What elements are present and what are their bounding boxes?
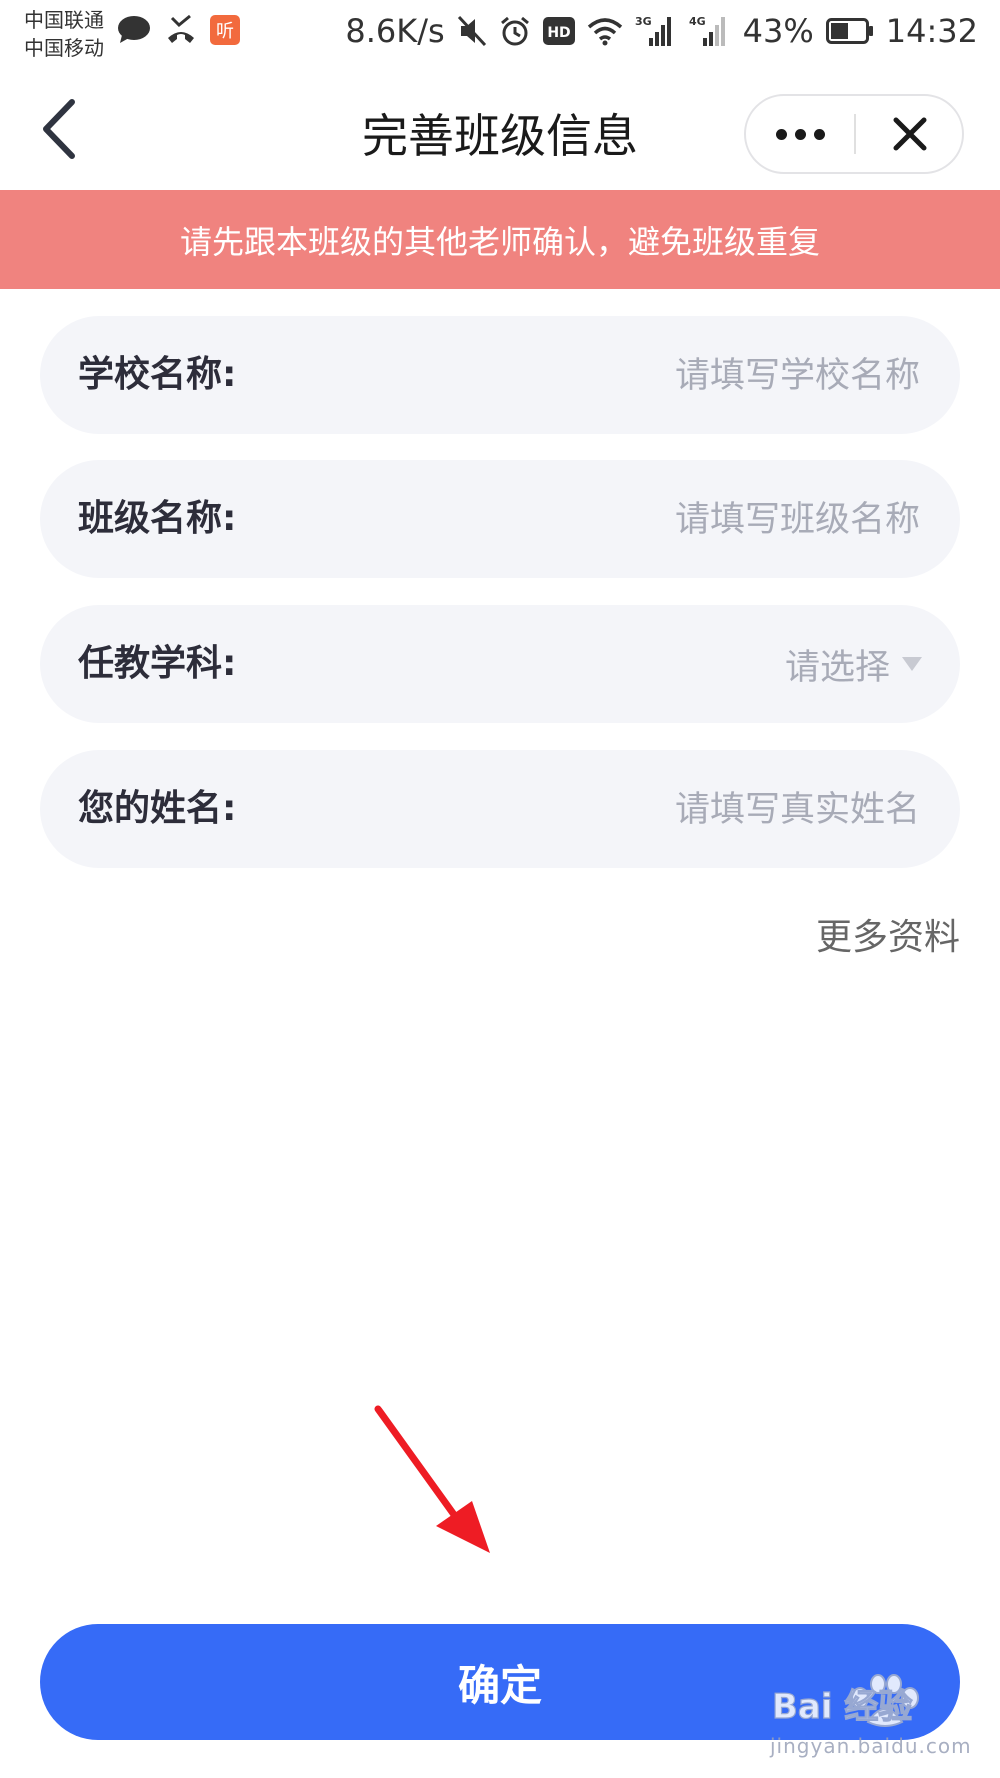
mini-program-capsule — [744, 94, 964, 174]
carrier-info: 中国联通 中国移动 — [24, 6, 104, 62]
signal-4g-icon: 4G — [689, 14, 731, 48]
class-name-row: 班级名称: — [40, 460, 960, 578]
nav-bar: 完善班级信息 — [0, 72, 1000, 190]
more-info-link[interactable]: 更多资料 — [816, 908, 960, 960]
class-name-label: 班级名称: — [78, 498, 237, 539]
subject-label: 任教学科: — [78, 643, 237, 684]
notification-icons: 听 — [116, 14, 240, 50]
wifi-icon — [587, 16, 623, 46]
your-name-label: 您的姓名: — [78, 788, 237, 829]
your-name-row: 您的姓名: — [40, 750, 960, 868]
carrier-2: 中国移动 — [24, 36, 104, 60]
net-speed: 8.6K/s — [345, 12, 445, 50]
battery-icon — [825, 18, 874, 44]
watermark-url: jingyan.baidu.com — [770, 1734, 972, 1758]
hd-badge-text: HD — [547, 25, 570, 41]
school-name-row: 学校名称: — [40, 316, 960, 434]
more-dot — [813, 128, 825, 140]
baidu-watermark: Bai 经验 jingyan.baidu.com — [768, 1670, 971, 1770]
battery-percent: 43% — [742, 12, 814, 50]
carrier-1: 中国联通 — [24, 8, 104, 32]
subject-select[interactable]: 请选择 — [785, 605, 922, 723]
caret-down-icon — [902, 657, 922, 671]
your-name-input[interactable] — [398, 780, 922, 840]
signal-4g-label: 4G — [689, 15, 706, 28]
app-badge-text: 听 — [216, 21, 234, 42]
subject-row: 任教学科: 请选择 — [40, 605, 960, 723]
school-name-label: 学校名称: — [78, 354, 237, 395]
signal-3g-label: 3G — [635, 15, 652, 28]
close-icon — [893, 117, 927, 151]
signal-3g-icon: 3G — [635, 14, 677, 48]
hd-icon: HD — [542, 17, 575, 45]
mute-icon — [457, 15, 487, 47]
watermark-brand-text: Bai 经验 — [772, 1687, 912, 1727]
class-name-input[interactable] — [398, 490, 922, 550]
school-name-input[interactable] — [398, 346, 922, 406]
listen-app-icon: 听 — [210, 15, 240, 49]
status-bar: 中国联通 中国移动 听 8.6K/s HD 3G 4G 43% 14:32 — [0, 0, 1000, 72]
annotation-arrow-icon — [374, 1405, 490, 1553]
chat-bubble-icon — [116, 15, 152, 49]
more-dots-icon — [775, 128, 787, 140]
capsule-divider — [854, 114, 856, 154]
clock-time: 14:32 — [885, 12, 978, 50]
notice-banner: 请先跟本班级的其他老师确认，避免班级重复 — [0, 190, 1000, 289]
alarm-icon — [499, 15, 531, 47]
status-right: 8.6K/s HD 3G 4G 43% 14:32 — [345, 12, 978, 50]
subject-select-value: 请选择 — [784, 647, 890, 688]
more-dot — [794, 128, 806, 140]
baidu-paw-logo-icon: Bai 经验 — [771, 1674, 919, 1728]
close-button[interactable] — [858, 96, 962, 172]
missed-call-icon — [164, 14, 198, 50]
more-button[interactable] — [746, 96, 854, 172]
